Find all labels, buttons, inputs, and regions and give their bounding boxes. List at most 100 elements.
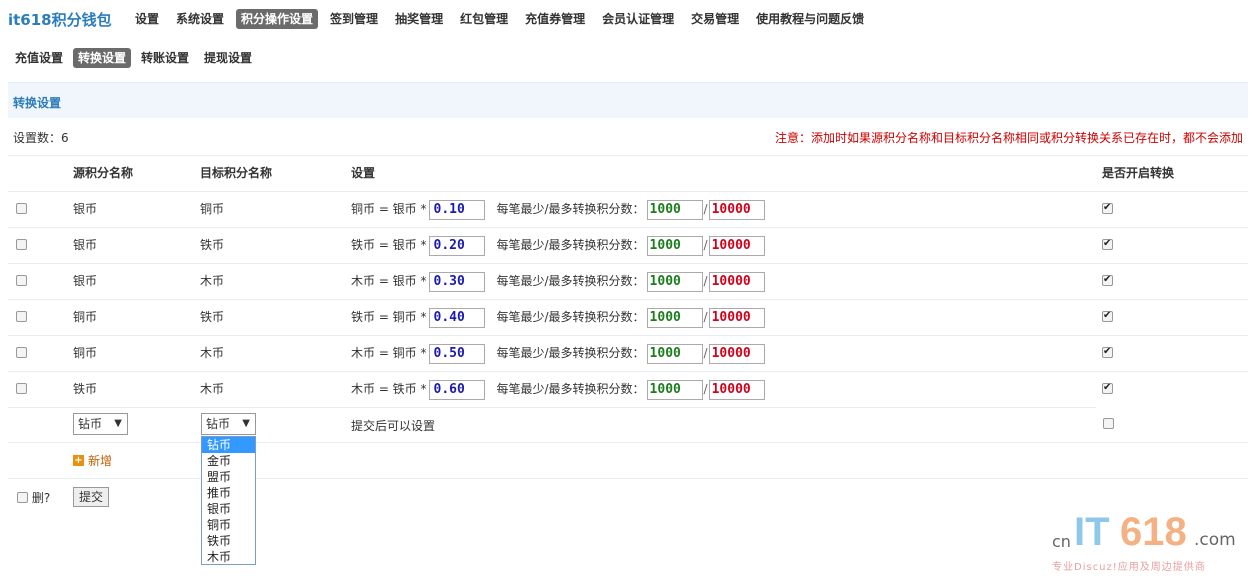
dropdown-option[interactable]: 盟币 [202,469,255,485]
min-max-label: 每笔最少/最多转换积分数： [496,202,645,216]
target-name: 铁币 [200,310,225,324]
dropdown-option[interactable]: 铁币 [202,533,255,549]
slash-divider: / [703,274,708,288]
row-select-checkbox[interactable] [16,228,27,263]
header-enabled: 是否开启转换 [1102,166,1175,180]
row-select-checkbox[interactable] [16,372,27,407]
table-header-row: 源积分名称 目标积分名称 设置 是否开启转换 [8,155,1248,191]
rate-input[interactable]: 0.60 [428,379,485,400]
setting-cell: 铁币 = 银币 * 0.20 每笔最少/最多转换积分数： 1000/10000 [351,228,765,263]
dropdown-option[interactable]: 钻币 [202,437,255,453]
sub-nav-item[interactable]: 充值设置 [10,48,68,68]
logo-it: IT [1074,510,1110,554]
rate-input[interactable]: 0.20 [428,235,485,256]
formula-label: 木币 = 铜币 * [351,346,427,360]
enabled-checkbox[interactable] [1102,300,1113,335]
top-nav-item[interactable]: 系统设置 [171,9,229,29]
row-select-checkbox[interactable] [16,192,27,227]
target-name: 木币 [200,274,225,288]
table-row: 铜币 铁币 铁币 = 铜币 * 0.40 每笔最少/最多转换积分数： 1000/10000 [8,299,1248,335]
enabled-checkbox[interactable] [1102,372,1113,407]
top-nav-item[interactable]: 抽奖管理 [390,9,448,29]
max-input[interactable]: 10000 [708,343,765,364]
checkbox-icon [1102,309,1113,323]
header-target: 目标积分名称 [200,166,273,180]
checkbox-icon [16,311,27,322]
max-input[interactable]: 10000 [708,307,765,328]
table-row: 铁币 木币 木币 = 铁币 * 0.60 每笔最少/最多转换积分数： 1000/10000 [8,371,1248,407]
max-input[interactable]: 10000 [708,271,765,292]
formula-label: 木币 = 银币 * [351,274,427,288]
top-nav-item[interactable]: 使用教程与问题反馈 [751,9,869,29]
top-nav-item[interactable]: 充值券管理 [520,9,590,29]
new-source-select[interactable]: 钻币 ▼ [73,413,128,435]
dropdown-option[interactable]: 银币 [202,501,255,517]
min-max-label: 每笔最少/最多转换积分数： [496,346,645,360]
brand-title[interactable]: it618积分钱包 [8,9,112,30]
submit-button[interactable]: 提交 [73,487,109,507]
min-input[interactable]: 1000 [646,271,703,292]
top-nav: it618积分钱包 设置 系统设置 积分操作设置 签到管理 抽奖管理 红包管理 充值券管理会… [0,0,1253,38]
enabled-checkbox[interactable] [1102,192,1113,227]
row-select-checkbox[interactable] [16,336,27,371]
max-input[interactable]: 10000 [708,199,765,220]
new-target-select[interactable]: 钻币 ▼ [201,413,256,435]
dropdown-option[interactable]: 推币 [202,485,255,501]
row-select-checkbox[interactable] [16,300,27,335]
enabled-checkbox[interactable] [1102,336,1113,371]
sub-nav-item[interactable]: 转账设置 [136,48,194,68]
enabled-checkbox[interactable] [1102,228,1113,263]
checkbox-icon [16,347,27,358]
row-select-checkbox[interactable] [16,264,27,299]
section-title: 转换设置 [13,96,62,110]
top-nav-item[interactable]: 签到管理 [325,9,383,29]
min-input[interactable]: 1000 [646,235,703,256]
min-max-label: 每笔最少/最多转换积分数： [496,382,645,396]
min-max-label: 每笔最少/最多转换积分数： [496,274,645,288]
divider [8,442,1248,443]
sub-nav-item[interactable]: 提现设置 [199,48,257,68]
formula-label: 铁币 = 银币 * [351,238,427,252]
min-input[interactable]: 1000 [646,379,703,400]
logo-tagline: 专业Discuz!应用及周边提供商 [1052,562,1206,573]
slash-divider: / [703,238,708,252]
add-button[interactable]: + 新增 [73,452,112,469]
delete-toggle[interactable]: 删? [17,489,50,506]
rate-input[interactable]: 0.40 [428,307,485,328]
dropdown-option[interactable]: 铜币 [202,517,255,533]
setting-cell: 木币 = 银币 * 0.30 每笔最少/最多转换积分数： 1000/10000 [351,264,765,299]
rate-input[interactable]: 0.10 [428,199,485,220]
rate-input[interactable]: 0.50 [428,343,485,364]
logo-cn: cn [1052,532,1071,551]
delete-label: 删? [31,491,51,505]
table-row: 铜币 木币 木币 = 铜币 * 0.50 每笔最少/最多转换积分数： 1000/10000 [8,335,1248,371]
enabled-checkbox[interactable] [1102,264,1113,299]
table-row: 银币 木币 木币 = 银币 * 0.30 每笔最少/最多转换积分数： 1000/10000 [8,263,1248,299]
top-nav-item[interactable]: 设置 [130,9,164,29]
min-input[interactable]: 1000 [646,343,703,364]
max-input[interactable]: 10000 [708,235,765,256]
chevron-down-icon: ▼ [242,418,250,429]
sub-nav: 充值设置 转换设置 转账设置 提现设置 [10,48,262,68]
target-name: 木币 [200,382,225,396]
header-setting: 设置 [351,166,376,180]
rate-input[interactable]: 0.30 [428,271,485,292]
top-nav-item[interactable]: 交易管理 [686,9,744,29]
top-nav-items: 设置 系统设置 积分操作设置 签到管理 抽奖管理 红包管理 充值券管理 会员认证管理 交易管理使… [130,9,876,29]
top-nav-item[interactable]: 会员认证管理 [597,9,679,29]
top-nav-item[interactable]: 积分操作设置 [236,9,319,29]
new-row-enabled-checkbox[interactable] [1103,417,1114,431]
chevron-down-icon: ▼ [114,418,122,429]
min-input[interactable]: 1000 [646,199,703,220]
dropdown-option[interactable]: 金币 [202,453,255,469]
dropdown-option[interactable]: 木币 [202,549,255,565]
min-input[interactable]: 1000 [646,307,703,328]
notice-text: 注意：添加时如果源积分名称和目标积分名称相同或积分转换关系已存在时，都不会添加 [774,131,1243,145]
target-dropdown-list[interactable]: 钻币 金币 盟币 推币 银币 铜币 铁币 木币 [201,436,256,565]
max-input[interactable]: 10000 [708,379,765,400]
sub-nav-item[interactable]: 转换设置 [73,48,132,68]
top-nav-item[interactable]: 红包管理 [455,9,513,29]
min-max-label: 每笔最少/最多转换积分数： [496,238,645,252]
new-source-value: 钻币 [78,417,103,431]
divider [8,478,1248,479]
